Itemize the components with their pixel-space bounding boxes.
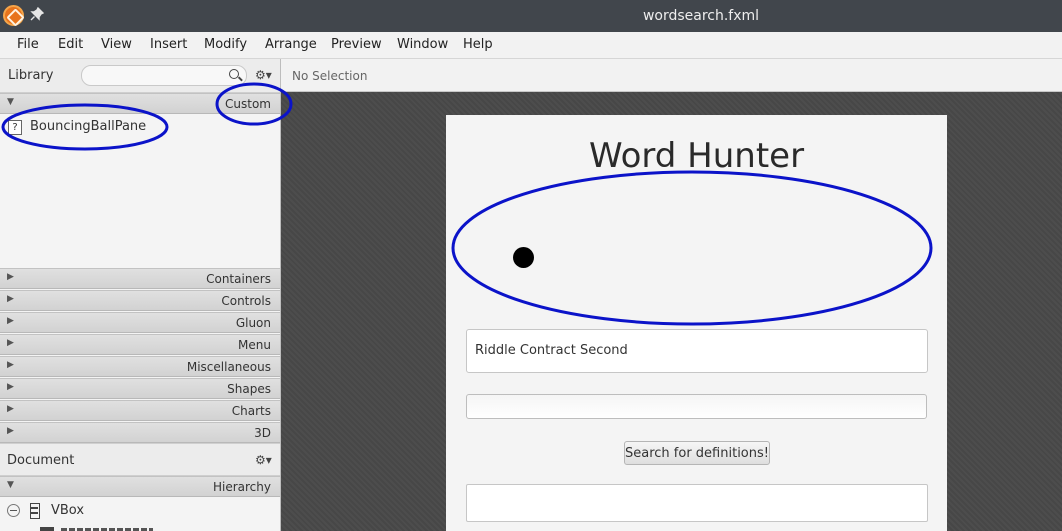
menu-preview[interactable]: Preview xyxy=(331,37,382,52)
library-search-input[interactable] xyxy=(81,65,247,86)
document-section-hierarchy[interactable]: ▼ Hierarchy xyxy=(0,476,280,497)
library-section-3d[interactable]: ▶ 3D xyxy=(0,422,280,443)
vbox-icon xyxy=(30,503,40,519)
section-label: Controls xyxy=(221,294,271,308)
gear-icon[interactable]: ⚙▾ xyxy=(255,68,272,82)
library-item-label: BouncingBallPane xyxy=(30,119,147,134)
menu-insert[interactable]: Insert xyxy=(150,37,187,52)
collapsed-triangle-icon: ▶ xyxy=(7,382,14,392)
ball-shape xyxy=(513,247,534,268)
word-input-field[interactable] xyxy=(466,394,927,419)
section-label: 3D xyxy=(254,426,271,440)
gear-icon[interactable]: ⚙▾ xyxy=(255,453,272,467)
menu-edit[interactable]: Edit xyxy=(58,37,83,52)
library-section-menu[interactable]: ▶ Menu xyxy=(0,334,280,355)
menu-file[interactable]: File xyxy=(17,37,39,52)
document-label: Document xyxy=(7,453,75,468)
unknown-component-icon: ? xyxy=(8,120,22,135)
section-label: Hierarchy xyxy=(212,480,271,494)
title-bar: wordsearch.fxml xyxy=(0,0,1062,32)
library-section-controls[interactable]: ▶ Controls xyxy=(0,290,280,311)
collapsed-triangle-icon: ▶ xyxy=(7,338,14,348)
tree-item-label: VBox xyxy=(51,503,85,518)
left-panel: Library ⚙▾ ▼ Custom ? BouncingBallPane ▶… xyxy=(0,59,281,531)
collapse-icon[interactable] xyxy=(7,504,20,517)
library-section-gluon[interactable]: ▶ Gluon xyxy=(0,312,280,333)
menu-help[interactable]: Help xyxy=(463,37,493,52)
menu-bar: File Edit View Insert Modify Arrange Pre… xyxy=(0,32,1062,59)
expanded-triangle-icon: ▼ xyxy=(7,480,14,490)
collapsed-triangle-icon: ▶ xyxy=(7,426,14,436)
section-label: Menu xyxy=(238,338,271,352)
definitions-result-area[interactable] xyxy=(466,484,928,522)
tree-item-vbox[interactable]: VBox xyxy=(0,500,280,522)
search-definitions-button[interactable]: Search for definitions! xyxy=(624,441,770,465)
section-label: Gluon xyxy=(235,316,271,330)
library-section-charts[interactable]: ▶ Charts xyxy=(0,400,280,421)
search-icon xyxy=(229,69,239,79)
library-section-shapes[interactable]: ▶ Shapes xyxy=(0,378,280,399)
collapsed-triangle-icon: ▶ xyxy=(7,360,14,370)
selection-status: No Selection xyxy=(292,69,368,83)
section-label: Charts xyxy=(231,404,271,418)
library-label: Library xyxy=(8,68,54,83)
menu-arrange[interactable]: Arrange xyxy=(265,37,317,52)
collapsed-triangle-icon: ▶ xyxy=(7,272,14,282)
design-canvas[interactable]: No Selection Word Hunter Riddle Contract… xyxy=(281,59,1062,531)
app-title-label[interactable]: Word Hunter xyxy=(446,136,947,176)
library-section-custom[interactable]: ▼ Custom xyxy=(0,93,280,114)
riddle-text-area[interactable]: Riddle Contract Second xyxy=(466,329,928,373)
document-header: Document ⚙▾ xyxy=(0,443,280,476)
collapsed-triangle-icon: ▶ xyxy=(7,404,14,414)
tree-item-child-partial[interactable] xyxy=(40,527,160,531)
collapsed-triangle-icon: ▶ xyxy=(7,316,14,326)
section-label: Miscellaneous xyxy=(186,360,271,374)
library-section-containers[interactable]: ▶ Containers xyxy=(0,268,280,289)
window-title: wordsearch.fxml xyxy=(642,8,760,24)
library-section-miscellaneous[interactable]: ▶ Miscellaneous xyxy=(0,356,280,377)
selection-bar: No Selection xyxy=(281,59,1062,92)
section-label: Containers xyxy=(206,272,271,286)
section-label: Custom xyxy=(225,97,271,111)
bouncing-ball-pane[interactable] xyxy=(466,197,927,315)
collapsed-triangle-icon: ▶ xyxy=(7,294,14,304)
library-header: Library ⚙▾ xyxy=(0,59,280,93)
menu-modify[interactable]: Modify xyxy=(204,37,247,52)
menu-view[interactable]: View xyxy=(101,37,132,52)
expanded-triangle-icon: ▼ xyxy=(7,97,14,107)
design-surface[interactable]: Word Hunter Riddle Contract Second Searc… xyxy=(446,115,947,531)
section-label: Shapes xyxy=(227,382,271,396)
menu-window[interactable]: Window xyxy=(397,37,448,52)
